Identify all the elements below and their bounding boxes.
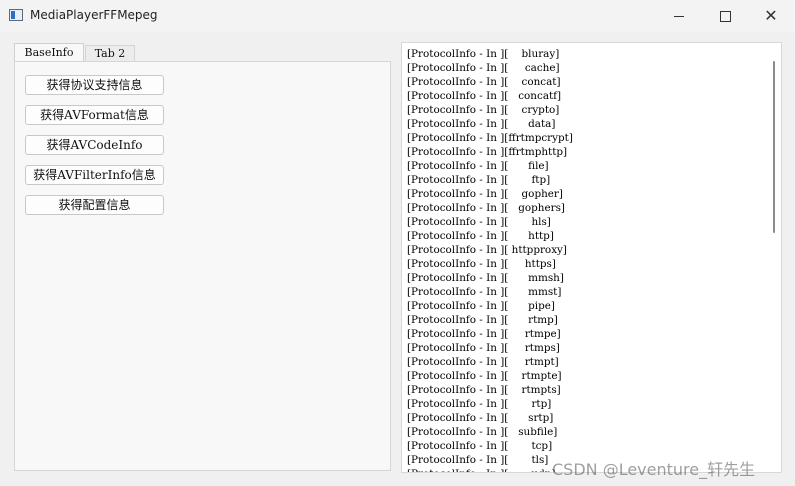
output-line: [ProtocolInfo - In ][ gophers] — [407, 202, 565, 214]
output-line: [ProtocolInfo - In ][ffrtmphttp] — [407, 146, 568, 158]
output-lines: [ProtocolInfo - In ][ bluray] [ProtocolIn… — [407, 47, 573, 472]
output-line: [ProtocolInfo - In ][ httpproxy] — [407, 244, 567, 256]
output-line: [ProtocolInfo - In ][ rtmpte] — [407, 370, 562, 382]
output-line: [ProtocolInfo - In ][ cache] — [407, 62, 560, 74]
title-bar: MediaPlayerFFMepeg ✕ — [0, 0, 795, 32]
scrollbar-thumb[interactable] — [773, 61, 775, 233]
output-scrollbar[interactable] — [768, 43, 781, 472]
output-line: [ProtocolInfo - In ][ concat] — [407, 76, 561, 88]
output-line: [ProtocolInfo - In ][ rtmpe] — [407, 328, 561, 340]
output-line: [ProtocolInfo - In ][ data] — [407, 118, 556, 130]
output-line: [ProtocolInfo - In ][ subfile] — [407, 426, 558, 438]
output-line: [ProtocolInfo - In ][ file] — [407, 160, 549, 172]
output-line: [ProtocolInfo - In ][ rtmps] — [407, 342, 560, 354]
output-text-area[interactable]: [ProtocolInfo - In ][ bluray] [ProtocolIn… — [401, 42, 782, 473]
output-line: [ProtocolInfo - In ][ http] — [407, 230, 554, 242]
get-protocol-info-button[interactable]: 获得协议支持信息 — [25, 75, 164, 95]
output-line: [ProtocolInfo - In ][ mmsh] — [407, 272, 564, 284]
close-icon: ✕ — [764, 6, 778, 25]
close-button[interactable]: ✕ — [748, 0, 794, 32]
minimize-button[interactable] — [656, 0, 702, 32]
maximize-button[interactable] — [702, 0, 748, 32]
output-line: [ProtocolInfo - In ][ffrtmpcrypt] — [407, 132, 573, 144]
window-title: MediaPlayerFFMepeg — [30, 8, 158, 22]
get-avfilter-info-button[interactable]: 获得AVFilterInfo信息 — [25, 165, 164, 185]
output-line: [ProtocolInfo - In ][ crypto] — [407, 104, 560, 116]
tab-2[interactable]: Tab 2 — [85, 45, 135, 62]
output-line: [ProtocolInfo - In ][ ftp] — [407, 174, 551, 186]
get-config-info-button[interactable]: 获得配置信息 — [25, 195, 164, 215]
output-line: [ProtocolInfo - In ][ pipe] — [407, 300, 555, 312]
output-line: [ProtocolInfo - In ][ mmst] — [407, 286, 562, 298]
output-line: [ProtocolInfo - In ][ gopher] — [407, 188, 563, 200]
output-line: [ProtocolInfo - In ][ udp] — [407, 467, 573, 472]
output-line: [ProtocolInfo - In ][ hls] — [407, 216, 551, 228]
get-avformat-info-button[interactable]: 获得AVFormat信息 — [25, 105, 164, 125]
minimize-icon — [674, 15, 684, 17]
output-line: [ProtocolInfo - In ][ rtmpt] — [407, 356, 559, 368]
output-line: [ProtocolInfo - In ][ https] — [407, 258, 556, 270]
app-icon — [9, 9, 23, 21]
maximize-icon — [719, 10, 731, 22]
tab-baseinfo[interactable]: BaseInfo — [14, 43, 84, 62]
output-line: [ProtocolInfo - In ][ tls] — [407, 454, 549, 466]
output-line: [ProtocolInfo - In ][ rtmp] — [407, 314, 558, 326]
watermark: CSDN @Leventure_轩先生 — [552, 460, 756, 479]
output-line: [ProtocolInfo - In ][ rtmpts] — [407, 384, 561, 396]
output-line: [ProtocolInfo - In ][ tcp] — [407, 440, 553, 452]
get-avcodec-info-button[interactable]: 获得AVCodeInfo — [25, 135, 164, 155]
output-line: [ProtocolInfo - In ][ srtp] — [407, 412, 554, 424]
output-line: [ProtocolInfo - In ][ concatf] — [407, 90, 562, 102]
output-line: [ProtocolInfo - In ][ rtp] — [407, 398, 552, 410]
output-line: [ProtocolInfo - In ][ bluray] — [407, 48, 560, 60]
